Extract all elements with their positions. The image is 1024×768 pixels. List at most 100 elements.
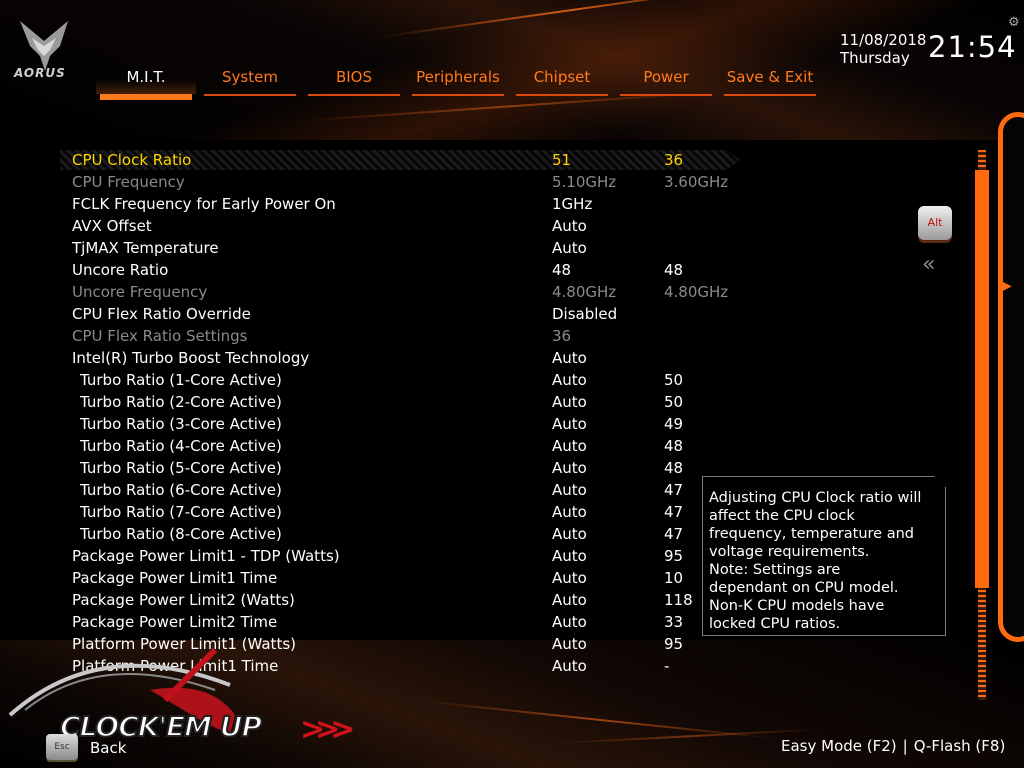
setting-name: Package Power Limit1 - TDP (Watts) — [72, 547, 340, 565]
tab-underline — [724, 94, 816, 96]
setting-value: Auto — [552, 503, 587, 521]
tab-label: Chipset — [533, 68, 591, 86]
setting-name: Package Power Limit2 Time — [72, 613, 278, 631]
qflash-button[interactable]: Q-Flash (F8) — [914, 737, 1006, 755]
setting-current-value: 47 — [664, 503, 684, 521]
tab-peripherals[interactable]: Peripherals — [408, 60, 508, 100]
esc-key-button[interactable]: Esc — [46, 734, 78, 760]
setting-current-value: 33 — [664, 613, 684, 631]
back-label[interactable]: Back — [90, 739, 126, 757]
setting-row-turbo-ratio-6[interactable]: Turbo Ratio (6-Core Active) Auto 47 — [72, 479, 752, 501]
tab-label: BIOS — [335, 68, 373, 86]
easy-mode-button[interactable]: Easy Mode (F2) — [781, 737, 897, 755]
setting-row-package-power-limit1[interactable]: Package Power Limit1 - TDP (Watts) Auto … — [72, 545, 752, 567]
setting-row-cpu-flex-ratio-override[interactable]: CPU Flex Ratio Override Disabled — [72, 303, 752, 325]
setting-value: Auto — [552, 591, 587, 609]
setting-value: Disabled — [552, 305, 618, 323]
setting-value: Auto — [552, 613, 587, 631]
setting-value: Auto — [552, 657, 587, 675]
setting-name: Uncore Ratio — [72, 261, 169, 279]
setting-current-value: 47 — [664, 525, 684, 543]
setting-row-tjmax-temperature[interactable]: TjMAX Temperature Auto — [72, 237, 752, 259]
gear-icon[interactable]: ⚙ — [1008, 16, 1022, 30]
setting-current-value: 48 — [664, 459, 684, 477]
setting-row-uncore-ratio[interactable]: Uncore Ratio 48 48 — [72, 259, 752, 281]
setting-name: CPU Flex Ratio Settings — [72, 327, 248, 345]
setting-name: Package Power Limit2 (Watts) — [72, 591, 295, 609]
double-chevron-left-icon[interactable]: « — [922, 252, 936, 277]
setting-value: Auto — [552, 569, 587, 587]
help-line: Non-K CPU models have — [709, 598, 885, 614]
setting-name: Turbo Ratio (3-Core Active) — [80, 415, 282, 433]
arrow-right-icon[interactable]: ▶ — [1001, 278, 1012, 294]
setting-current-value: 10 — [664, 569, 684, 587]
setting-name: AVX Offset — [72, 217, 152, 235]
alt-key-button[interactable]: Alt — [918, 206, 952, 240]
setting-row-turbo-ratio-3[interactable]: Turbo Ratio (3-Core Active) Auto 49 — [72, 413, 752, 435]
watermark-arrows-icon: >>> — [300, 712, 356, 747]
setting-current-value: 49 — [664, 415, 684, 433]
setting-row-package-power-limit1-time[interactable]: Package Power Limit1 Time Auto 10 — [72, 567, 752, 589]
help-line: affect the CPU clock — [709, 508, 855, 524]
setting-row-cpu-clock-ratio[interactable]: CPU Clock Ratio 51 36 — [72, 149, 752, 171]
setting-row-package-power-limit2-time[interactable]: Package Power Limit2 Time Auto 33 — [72, 611, 752, 633]
setting-row-turbo-ratio-4[interactable]: Turbo Ratio (4-Core Active) Auto 48 — [72, 435, 752, 457]
scrollbar[interactable] — [975, 150, 989, 700]
tab-label: M.I.T. — [126, 68, 166, 86]
setting-value: Auto — [552, 371, 587, 389]
setting-name: Turbo Ratio (1-Core Active) — [80, 371, 282, 389]
brand-logo-text: AORUS — [14, 66, 66, 80]
setting-row-avx-offset[interactable]: AVX Offset Auto — [72, 215, 752, 237]
setting-current-value: 95 — [664, 635, 684, 653]
tab-bios[interactable]: BIOS — [304, 60, 404, 100]
setting-name: Turbo Ratio (4-Core Active) — [80, 437, 282, 455]
tab-label: Peripherals — [416, 68, 500, 86]
setting-current-value: 47 — [664, 481, 684, 499]
help-line: Adjusting CPU Clock ratio will — [709, 490, 922, 506]
setting-value: 51 — [552, 151, 572, 169]
scroll-thumb[interactable] — [975, 170, 989, 588]
setting-name: Turbo Ratio (8-Core Active) — [80, 525, 282, 543]
time-display: 21:54 — [928, 30, 1017, 64]
setting-value: 4.80GHz — [552, 283, 617, 301]
tab-mit[interactable]: M.I.T. — [96, 60, 196, 100]
setting-value: Auto — [552, 525, 587, 543]
setting-name: CPU Frequency — [72, 173, 185, 191]
setting-row-package-power-limit2[interactable]: Package Power Limit2 (Watts) Auto 118 — [72, 589, 752, 611]
setting-value: Auto — [552, 481, 587, 499]
help-description-box: Adjusting CPU Clock ratio will affect th… — [702, 476, 946, 636]
tab-chipset[interactable]: Chipset — [512, 60, 612, 100]
tab-power[interactable]: Power — [616, 60, 716, 100]
setting-name: CPU Clock Ratio — [72, 151, 192, 169]
setting-row-turbo-boost[interactable]: Intel(R) Turbo Boost Technology Auto — [72, 347, 752, 369]
setting-name: Uncore Frequency — [72, 283, 208, 301]
help-line: locked CPU ratios. — [709, 616, 841, 632]
tab-save-exit[interactable]: Save & Exit — [720, 60, 820, 100]
setting-row-turbo-ratio-8[interactable]: Turbo Ratio (8-Core Active) Auto 47 — [72, 523, 752, 545]
setting-current-value: 36 — [664, 151, 684, 169]
tab-label: System — [222, 68, 278, 86]
setting-value: Auto — [552, 415, 587, 433]
setting-row-turbo-ratio-1[interactable]: Turbo Ratio (1-Core Active) Auto 50 — [72, 369, 752, 391]
setting-current-value: 3.60GHz — [664, 173, 729, 191]
help-line: Note: Settings are — [709, 562, 841, 578]
setting-name: Turbo Ratio (2-Core Active) — [80, 393, 282, 411]
side-panel-tab[interactable] — [998, 112, 1024, 642]
tab-system[interactable]: System — [200, 60, 300, 100]
setting-row-turbo-ratio-2[interactable]: Turbo Ratio (2-Core Active) Auto 50 — [72, 391, 752, 413]
setting-name: Package Power Limit1 Time — [72, 569, 278, 587]
setting-current-value: 118 — [664, 591, 693, 609]
tab-label: Power — [643, 68, 689, 86]
setting-row-uncore-frequency: Uncore Frequency 4.80GHz 4.80GHz — [72, 281, 752, 303]
setting-value: Auto — [552, 217, 587, 235]
setting-row-fclk-frequency[interactable]: FCLK Frequency for Early Power On 1GHz — [72, 193, 752, 215]
setting-row-turbo-ratio-5[interactable]: Turbo Ratio (5-Core Active) Auto 48 — [72, 457, 752, 479]
setting-name: Turbo Ratio (5-Core Active) — [80, 459, 282, 477]
setting-row-cpu-frequency: CPU Frequency 5.10GHz 3.60GHz — [72, 171, 752, 193]
setting-current-value: 50 — [664, 371, 684, 389]
setting-name: Turbo Ratio (6-Core Active) — [80, 481, 282, 499]
setting-name: Turbo Ratio (7-Core Active) — [80, 503, 282, 521]
setting-current-value: 4.80GHz — [664, 283, 729, 301]
setting-name: CPU Flex Ratio Override — [72, 305, 251, 323]
setting-row-turbo-ratio-7[interactable]: Turbo Ratio (7-Core Active) Auto 47 — [72, 501, 752, 523]
